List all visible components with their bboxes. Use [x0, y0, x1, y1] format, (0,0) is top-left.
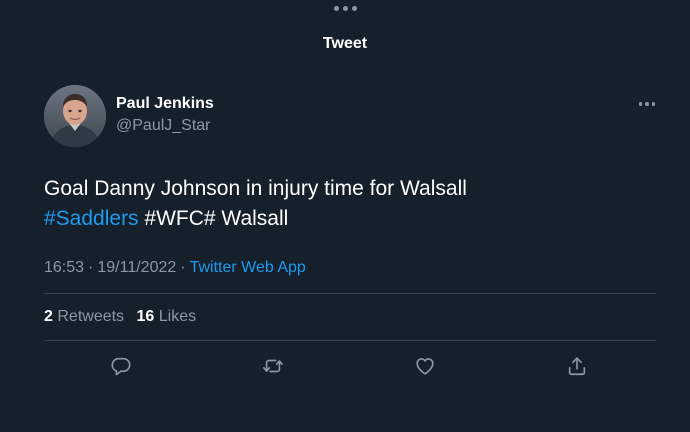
tweet-text-line1: Goal Danny Johnson in injury time for Wa…: [44, 177, 467, 200]
tweet-date[interactable]: 19/11/2022: [97, 259, 176, 276]
tweet-source-link[interactable]: Twitter Web App: [190, 259, 306, 276]
avatar-photo-icon: [44, 85, 106, 147]
tweet-actions: [0, 353, 690, 379]
share-button[interactable]: [564, 353, 590, 379]
drag-handle-icon[interactable]: [0, 6, 690, 11]
tweet-stats: 2 Retweets 16 Likes: [44, 308, 196, 326]
tweet-detail-page: Tweet Paul Jenkins @PaulJ_Star Goal Dann…: [0, 0, 690, 432]
tweet-meta: 16:53 · 19/11/2022 · Twitter Web App: [44, 259, 306, 277]
separator: ·: [88, 259, 94, 276]
reply-icon: [111, 357, 131, 376]
author-handle[interactable]: @PaulJ_Star: [116, 117, 211, 135]
likes-stat[interactable]: 16 Likes: [137, 308, 197, 325]
retweets-count: 2: [44, 308, 53, 325]
divider: [44, 293, 656, 294]
more-options-button[interactable]: [632, 96, 662, 112]
heart-icon: [416, 358, 434, 375]
separator: ·: [180, 259, 186, 276]
divider: [44, 340, 656, 341]
retweets-stat[interactable]: 2 Retweets: [44, 308, 124, 325]
hashtag-link[interactable]: #Saddlers: [44, 207, 139, 230]
tweet-time[interactable]: 16:53: [44, 259, 84, 276]
share-icon: [568, 357, 586, 376]
retweets-label: Retweets: [57, 308, 125, 325]
retweet-button[interactable]: [260, 353, 286, 379]
author-name[interactable]: Paul Jenkins: [116, 95, 214, 113]
more-dot-icon: [638, 102, 643, 106]
likes-count: 16: [136, 308, 155, 325]
likes-label: Likes: [158, 308, 197, 325]
tweet-text-rest: #WFC# Walsall: [138, 207, 289, 230]
more-dot-icon: [645, 102, 649, 106]
tweet-text: Goal Danny Johnson in injury time for Wa…: [44, 174, 654, 234]
reply-button[interactable]: [108, 353, 134, 379]
tweet-text-line2: #Saddlers #WFC# Walsall: [44, 204, 654, 234]
avatar[interactable]: [44, 85, 106, 147]
more-dot-icon: [651, 102, 656, 106]
page-title: Tweet: [322, 35, 368, 52]
retweet-icon: [263, 359, 283, 373]
like-button[interactable]: [412, 353, 438, 379]
